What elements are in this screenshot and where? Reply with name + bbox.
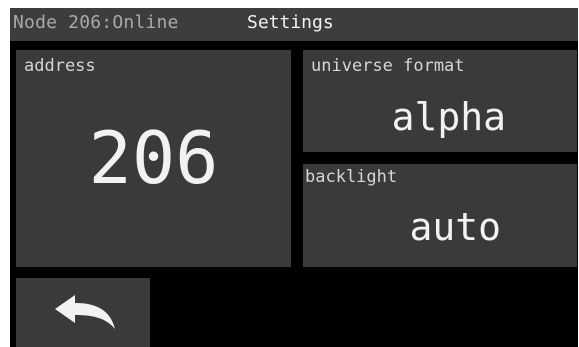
node-status-text: Node 206:Online (13, 12, 179, 33)
universe-format-tile[interactable]: universe format alpha (303, 50, 577, 152)
universe-format-label: universe format (311, 56, 465, 76)
status-bar: Node 206:Online Settings (10, 8, 578, 41)
address-tile[interactable]: address 206 (16, 50, 291, 267)
address-value: 206 (88, 116, 219, 200)
backlight-tile[interactable]: backlight auto (303, 164, 577, 267)
device-frame: Node 206:Online Settings address 206 uni… (0, 0, 579, 347)
back-button[interactable] (16, 278, 150, 347)
back-arrow-icon (55, 295, 115, 329)
page-title: Settings (247, 12, 334, 33)
touch-screen: Node 206:Online Settings address 206 uni… (10, 8, 578, 347)
backlight-value: auto (409, 205, 501, 249)
universe-format-value: alpha (391, 95, 506, 139)
address-label: address (24, 56, 96, 76)
backlight-label: backlight (305, 167, 398, 187)
